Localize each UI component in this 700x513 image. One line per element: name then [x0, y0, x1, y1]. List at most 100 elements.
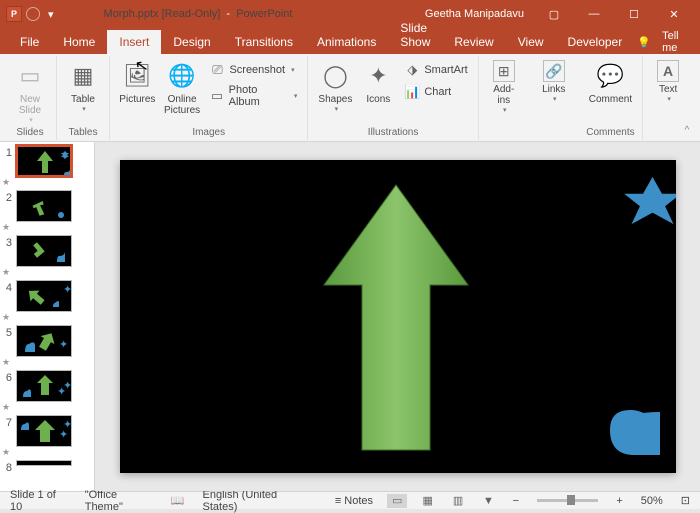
comment-button[interactable]: 💬 Comment	[585, 56, 636, 107]
statusbar: Slide 1 of 10 "Office Theme" 📖 English (…	[0, 491, 700, 509]
close-button[interactable]: ✕	[654, 0, 694, 28]
slide[interactable]	[120, 160, 676, 473]
animation-star-icon: ★	[2, 384, 12, 413]
links-button[interactable]: 🔗 Links ▾	[535, 56, 573, 105]
main-area: 1★ 2★ 3★ 4★ ✦ 5★ ✦	[0, 142, 700, 491]
thumb-row-1[interactable]: 1★	[0, 144, 94, 189]
ribbon-options-icon[interactable]: ▢	[534, 0, 574, 28]
ribbon: ▭ New Slide ▾ Slides ▦ Table ▾ Tables 🖼 …	[0, 54, 700, 142]
reading-view-button[interactable]: ▥	[448, 494, 468, 508]
tab-home[interactable]: Home	[51, 30, 107, 54]
quick-access-dropdown[interactable]: ▾	[48, 8, 54, 21]
fit-to-window-button[interactable]: ⊡	[677, 494, 694, 507]
app-icon: P	[6, 6, 22, 22]
tab-slideshow[interactable]: Slide Show	[388, 16, 442, 54]
online-pictures-icon: 🌐	[166, 60, 198, 92]
addins-button[interactable]: ⊞ Add- ins ▾	[485, 56, 523, 116]
title-text: Morph.pptx [Read-Only] - PowerPoint	[104, 8, 293, 20]
tab-review[interactable]: Review	[442, 30, 505, 54]
slideshow-view-button[interactable]: ▼	[478, 494, 498, 508]
group-illustrations: ◯ Shapes ▾ ✦ Icons ⬗SmartArt 📊Chart Illu…	[308, 56, 478, 140]
table-icon: ▦	[67, 60, 99, 92]
zoom-percent[interactable]: 50%	[637, 495, 667, 507]
icons-icon: ✦	[362, 60, 394, 92]
thumbnail-3[interactable]	[16, 235, 72, 267]
svg-text:✦: ✦	[63, 380, 71, 392]
shapes-icon: ◯	[319, 60, 351, 92]
zoom-in-button[interactable]: +	[612, 495, 626, 507]
thumbnail-8[interactable]	[16, 460, 72, 466]
group-label-images: Images	[192, 127, 225, 140]
thumb-row-4[interactable]: 4★ ✦	[0, 279, 94, 324]
chart-icon: 📊	[404, 84, 420, 100]
animation-star-icon: ★	[2, 204, 12, 233]
thumb-row-5[interactable]: 5★ ✦	[0, 324, 94, 369]
thumb-row-3[interactable]: 3★	[0, 234, 94, 279]
thumb-row-2[interactable]: 2★	[0, 189, 94, 234]
tab-transitions[interactable]: Transitions	[223, 30, 305, 54]
group-label-tables: Tables	[69, 127, 98, 140]
tab-insert[interactable]: Insert	[107, 30, 161, 54]
thumbnail-panel[interactable]: 1★ 2★ 3★ 4★ ✦ 5★ ✦	[0, 142, 95, 491]
group-images: 🖼 Pictures 🌐 Online Pictures ⎚Screenshot…	[110, 56, 308, 140]
thumbnail-6[interactable]: ✦✦	[16, 370, 72, 402]
group-label-comments: Comments	[586, 127, 634, 140]
svg-text:✦: ✦	[63, 419, 71, 431]
online-pictures-button[interactable]: 🌐 Online Pictures	[161, 56, 204, 118]
star-shape	[624, 177, 676, 224]
tab-design[interactable]: Design	[161, 30, 222, 54]
tellme-icon: 💡	[634, 30, 654, 54]
titlebar: P ▾ Morph.pptx [Read-Only] - PowerPoint …	[0, 0, 700, 28]
tab-file[interactable]: File	[8, 30, 51, 54]
thumbnail-4[interactable]: ✦	[16, 280, 72, 312]
table-button[interactable]: ▦ Table ▾	[63, 56, 103, 115]
animation-star-icon: ★	[2, 249, 12, 278]
zoom-handle[interactable]	[567, 495, 575, 505]
collapse-ribbon-icon[interactable]: ^	[678, 125, 696, 139]
autosave-icon[interactable]	[26, 7, 40, 21]
thumbnail-2[interactable]	[16, 190, 72, 222]
normal-view-button[interactable]: ▭	[387, 494, 407, 508]
smartart-icon: ⬗	[404, 62, 420, 78]
shapes-button[interactable]: ◯ Shapes ▾	[314, 56, 356, 115]
group-tables: ▦ Table ▾ Tables	[57, 56, 110, 140]
screenshot-button[interactable]: ⎚Screenshot▾	[205, 60, 301, 80]
text-button[interactable]: A Text ▾	[649, 56, 687, 105]
notes-button[interactable]: ≡Notes	[331, 495, 377, 507]
group-comments: 💬 Comment Comments	[579, 56, 643, 140]
new-slide-button[interactable]: ▭ New Slide ▾	[10, 56, 50, 126]
maximize-button[interactable]: ☐	[614, 0, 654, 28]
pictures-button[interactable]: 🖼 Pictures	[116, 56, 159, 107]
slide-content	[120, 160, 676, 473]
comment-icon: 💬	[594, 60, 626, 92]
spellcheck-icon[interactable]: 📖	[167, 494, 189, 507]
screenshot-icon: ⎚	[209, 62, 225, 78]
minimize-button[interactable]: —	[574, 0, 614, 28]
slide-canvas-area[interactable]	[95, 142, 700, 491]
animation-star-icon: ★	[2, 339, 12, 368]
ribbon-tabs: File Home Insert Design Transitions Anim…	[0, 28, 700, 54]
thumb-row-6[interactable]: 6★ ✦✦	[0, 369, 94, 414]
addins-icon: ⊞	[493, 60, 515, 82]
group-slides: ▭ New Slide ▾ Slides	[4, 56, 57, 140]
tab-animations[interactable]: Animations	[305, 30, 388, 54]
slide-sorter-button[interactable]: ▦	[417, 494, 437, 508]
smartart-button[interactable]: ⬗SmartArt	[400, 60, 471, 80]
thumb-row-7[interactable]: 7★ ✦✦	[0, 414, 94, 459]
zoom-slider[interactable]	[537, 499, 598, 502]
group-links: 🔗 Links ▾	[529, 56, 579, 140]
group-addins: ⊞ Add- ins ▾	[479, 56, 529, 140]
svg-text:✦: ✦	[63, 284, 71, 296]
tellme-input[interactable]: Tell me	[654, 30, 699, 54]
photo-album-button[interactable]: ▭Photo Album▾	[205, 82, 301, 110]
icons-button[interactable]: ✦ Icons	[358, 56, 398, 107]
thumbnail-1[interactable]	[16, 145, 72, 177]
tab-developer[interactable]: Developer	[556, 30, 635, 54]
thumbnail-5[interactable]: ✦	[16, 325, 72, 357]
zoom-out-button[interactable]: −	[509, 495, 523, 507]
animation-star-icon: ★	[2, 294, 12, 323]
thumbnail-7[interactable]: ✦✦	[16, 415, 72, 447]
thumb-row-8[interactable]: 8	[0, 459, 94, 475]
tab-view[interactable]: View	[506, 30, 556, 54]
chart-button[interactable]: 📊Chart	[400, 82, 471, 102]
